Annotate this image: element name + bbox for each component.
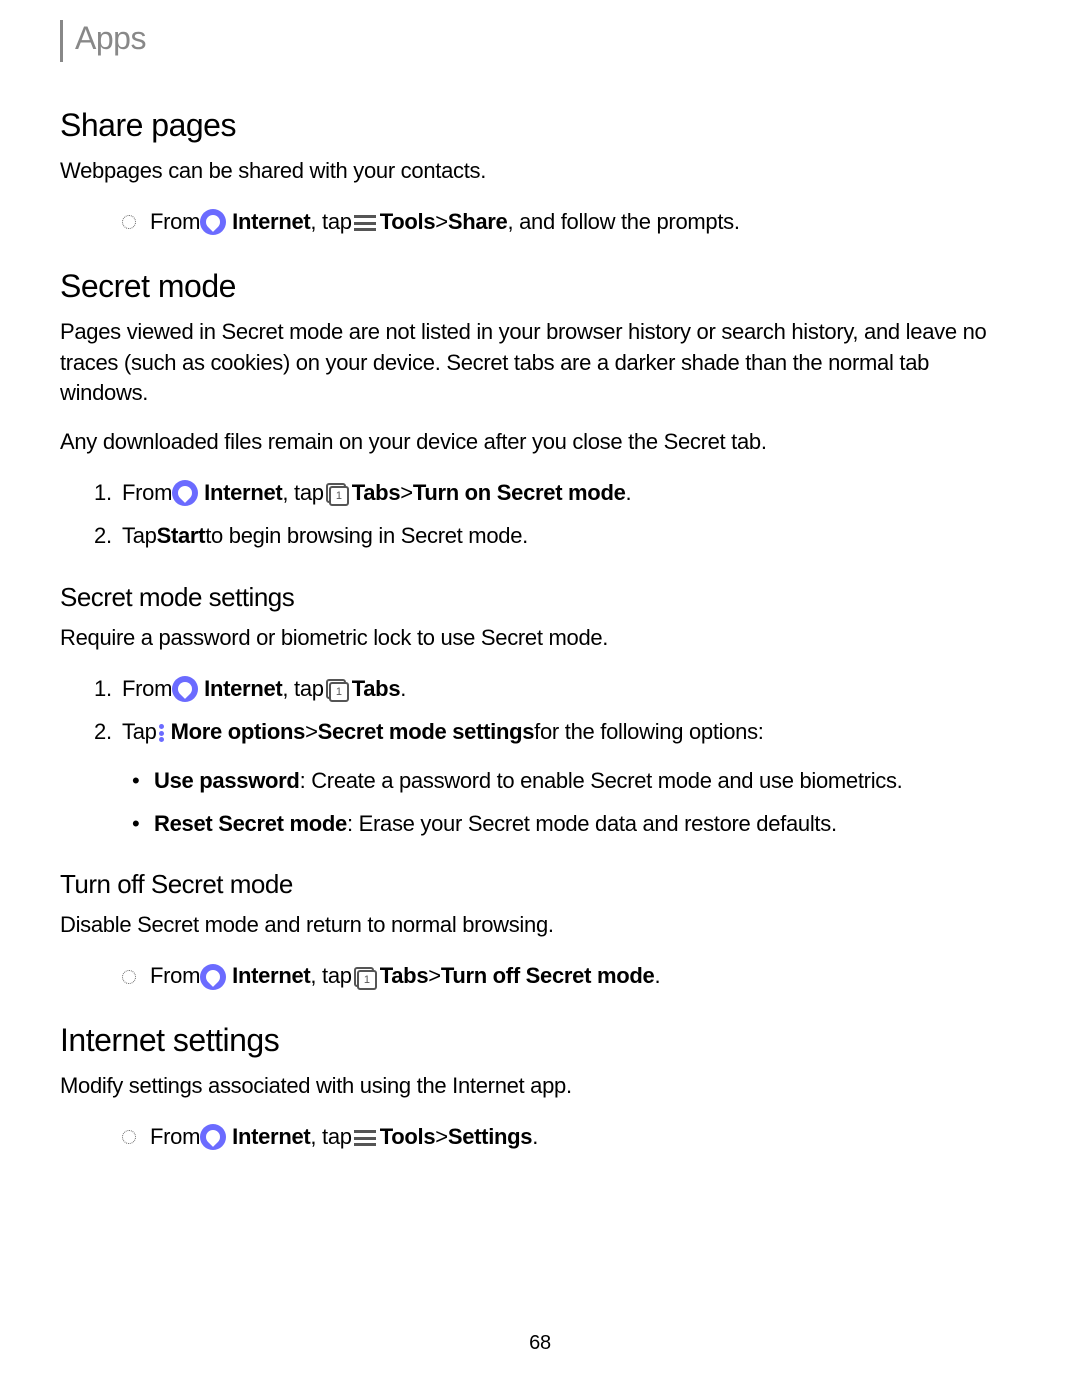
internet-icon <box>200 209 226 235</box>
text: Internet <box>232 1120 310 1153</box>
step-secret-1: From Internet , tap Tabs > Turn on Secre… <box>94 476 1020 509</box>
secret-settings-options: Use password: Create a password to enabl… <box>132 766 1020 840</box>
page-number: 68 <box>0 1332 1080 1355</box>
internet-icon <box>172 676 198 702</box>
tabs-icon <box>354 967 376 989</box>
text: > <box>435 205 448 238</box>
text: Settings <box>448 1120 532 1153</box>
tools-icon <box>354 215 376 231</box>
text: , tap <box>282 476 323 509</box>
text: Reset Secret mode <box>154 811 347 836</box>
section-secret-settings: Secret mode settings Require a password … <box>60 582 1020 839</box>
tools-icon <box>354 1130 376 1146</box>
text: . <box>626 476 632 509</box>
text: . <box>400 672 406 705</box>
text: Secret mode settings <box>318 715 535 748</box>
section-internet-settings: Internet settings Modify settings associ… <box>60 1022 1020 1153</box>
text: Internet <box>232 205 310 238</box>
option-use-password: Use password: Create a password to enabl… <box>132 766 1020 797</box>
tabs-icon <box>326 679 348 701</box>
text: Tap <box>122 715 157 748</box>
document-page: Apps Share pages Webpages can be shared … <box>0 0 1080 1233</box>
dotted-bullet-icon <box>122 1130 136 1144</box>
heading-share-pages: Share pages <box>60 107 1020 144</box>
text: Tabs <box>352 672 401 705</box>
heading-turn-off-secret: Turn off Secret mode <box>60 869 1020 900</box>
text: . <box>654 959 660 992</box>
heading-secret-mode: Secret mode <box>60 268 1020 305</box>
text: , tap <box>310 1120 351 1153</box>
text-secret-settings-desc: Require a password or biometric lock to … <box>60 623 1020 654</box>
text: , tap <box>282 672 323 705</box>
text: > <box>400 476 413 509</box>
step-internet-settings: From Internet , tap Tools > Settings . <box>94 1120 1020 1153</box>
heading-internet-settings: Internet settings <box>60 1022 1020 1059</box>
text-secret-desc2: Any downloaded files remain on your devi… <box>60 427 1020 458</box>
text: : Erase your Secret mode data and restor… <box>347 811 837 836</box>
step-secret-2: Tap Start to begin browsing in Secret mo… <box>94 519 1020 552</box>
text: > <box>428 959 441 992</box>
text: > <box>435 1120 448 1153</box>
section-turn-off-secret: Turn off Secret mode Disable Secret mode… <box>60 869 1020 992</box>
internet-icon <box>172 480 198 506</box>
text: Turn off Secret mode <box>441 959 655 992</box>
text-share-desc: Webpages can be shared with your contact… <box>60 156 1020 187</box>
text-turnoff-desc: Disable Secret mode and return to normal… <box>60 910 1020 941</box>
text: , tap <box>310 959 351 992</box>
text: Tools <box>380 205 436 238</box>
text: Tabs <box>352 476 401 509</box>
text: for the following options: <box>534 715 763 748</box>
text: From <box>150 959 200 992</box>
text: : Create a password to enable Secret mod… <box>300 768 903 793</box>
text: Use password <box>154 768 300 793</box>
step-share: From Internet , tap Tools > Share , and … <box>94 205 1020 238</box>
text: Tap <box>122 519 157 552</box>
text: Internet <box>232 959 310 992</box>
internet-icon <box>200 1124 226 1150</box>
text: Share <box>448 205 508 238</box>
text: to begin browsing in Secret mode. <box>205 519 528 552</box>
text: . <box>532 1120 538 1153</box>
section-share-pages: Share pages Webpages can be shared with … <box>60 107 1020 238</box>
text: , tap <box>310 205 351 238</box>
dotted-bullet-icon <box>122 970 136 984</box>
heading-secret-settings: Secret mode settings <box>60 582 1020 613</box>
internet-icon <box>200 964 226 990</box>
text: From <box>122 672 172 705</box>
dotted-bullet-icon <box>122 215 136 229</box>
text-internet-settings-desc: Modify settings associated with using th… <box>60 1071 1020 1102</box>
more-options-icon <box>159 724 165 742</box>
text: From <box>150 205 200 238</box>
text: Start <box>157 519 206 552</box>
text: , and follow the prompts. <box>507 205 739 238</box>
text: Tools <box>380 1120 436 1153</box>
step-turnoff: From Internet , tap Tabs > Turn off Secr… <box>94 959 1020 992</box>
text: From <box>150 1120 200 1153</box>
section-secret-mode: Secret mode Pages viewed in Secret mode … <box>60 268 1020 552</box>
step-settings-2: Tap More options > Secret mode settings … <box>94 715 1020 748</box>
text-secret-desc1: Pages viewed in Secret mode are not list… <box>60 317 1020 409</box>
tabs-icon <box>326 483 348 505</box>
step-settings-1: From Internet , tap Tabs . <box>94 672 1020 705</box>
breadcrumb: Apps <box>75 20 146 57</box>
breadcrumb-wrap: Apps <box>60 20 1020 62</box>
text: Turn on Secret mode <box>413 476 626 509</box>
text: More options <box>171 715 306 748</box>
text: From <box>122 476 172 509</box>
text: Internet <box>204 476 282 509</box>
text: Internet <box>204 672 282 705</box>
text: Tabs <box>380 959 429 992</box>
option-reset-secret: Reset Secret mode: Erase your Secret mod… <box>132 809 1020 840</box>
text: > <box>305 715 318 748</box>
